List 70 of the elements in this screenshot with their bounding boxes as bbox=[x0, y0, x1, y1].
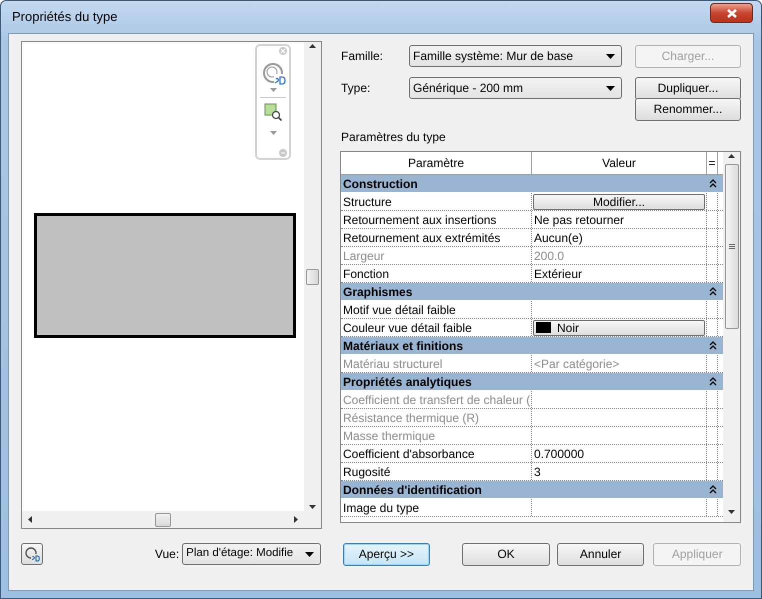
parameter-value[interactable]: 3 bbox=[532, 463, 707, 480]
parameter-name: Retournement aux extrémités bbox=[341, 229, 532, 246]
column-header[interactable]: = bbox=[707, 152, 718, 174]
side-button[interactable]: Dupliquer... bbox=[635, 76, 741, 100]
zoom-icon bbox=[264, 103, 282, 121]
cell-button[interactable]: Modifier... bbox=[533, 194, 705, 210]
caret-icon bbox=[606, 86, 615, 90]
view-button[interactable] bbox=[21, 543, 43, 565]
parameter-name: Retournement aux insertions bbox=[341, 211, 532, 228]
parameter-value[interactable]: Aucun(e) bbox=[532, 229, 707, 246]
caret-icon bbox=[270, 88, 276, 92]
field-label: Vue: bbox=[154, 546, 180, 563]
parameter-value[interactable]: Ne pas retourner bbox=[532, 211, 707, 228]
section-label: Paramètres du type bbox=[340, 130, 447, 144]
caret-icon bbox=[270, 131, 276, 135]
side-button[interactable]: Renommer... bbox=[635, 98, 741, 120]
parameter-value[interactable]: 0.700000 bbox=[532, 445, 707, 462]
dropdown[interactable]: Plan d'étage: Modifie bbox=[182, 543, 321, 565]
caret-icon bbox=[304, 552, 314, 556]
preview-button[interactable]: Aperçu >> bbox=[342, 542, 430, 566]
close-icon bbox=[726, 8, 738, 18]
parameter-name: Coefficient d'absorbance bbox=[341, 445, 532, 462]
grip-icon bbox=[728, 244, 734, 249]
parameter-name: Coefficient de transfert de chaleur ( bbox=[341, 391, 532, 408]
parameter-name: Image du type bbox=[341, 499, 532, 516]
vertical-scrollbar[interactable] bbox=[304, 42, 321, 511]
group-header[interactable]: Matériaux et finitions bbox=[341, 337, 723, 355]
horizontal-scrollbar[interactable] bbox=[22, 511, 304, 528]
parameter-name: Couleur vue détail faible bbox=[341, 319, 532, 336]
scroll-right-icon bbox=[294, 516, 298, 523]
scrollbar-thumb[interactable] bbox=[306, 268, 319, 284]
scroll-down-icon bbox=[728, 510, 735, 514]
dropdown[interactable]: Famille système: Mur de base bbox=[409, 45, 622, 67]
steering-wheel-icon bbox=[24, 546, 40, 562]
parameter-value[interactable]: Extérieur bbox=[532, 265, 707, 282]
vertical-scrollbar[interactable] bbox=[723, 152, 740, 522]
parameter-name: Résistance thermique (R) bbox=[341, 409, 532, 426]
dialog-button[interactable]: OK bbox=[462, 542, 550, 566]
group-header[interactable]: Graphismes bbox=[341, 283, 723, 301]
group-label: Propriétés analytiques bbox=[343, 374, 472, 390]
group-label: Construction bbox=[343, 176, 418, 192]
dropdown[interactable]: Générique - 200 mm bbox=[409, 77, 622, 99]
scrollbar-thumb[interactable] bbox=[155, 512, 171, 526]
collapse-icon bbox=[279, 149, 287, 157]
field-label: Famille: bbox=[340, 48, 384, 65]
group-label: Graphismes bbox=[343, 284, 412, 300]
parameter-name: Matériau structurel bbox=[341, 355, 532, 372]
caret-icon bbox=[606, 54, 615, 58]
field-label: Type: bbox=[340, 80, 372, 97]
scroll-left-icon bbox=[28, 516, 32, 523]
close-icon bbox=[279, 47, 287, 55]
scroll-up-icon bbox=[728, 154, 735, 158]
parameter-name: Structure bbox=[341, 193, 532, 210]
group-header[interactable]: Construction bbox=[341, 175, 723, 193]
parameter-name: Fonction bbox=[341, 265, 532, 282]
scroll-up-icon bbox=[309, 44, 316, 48]
group-header[interactable]: Données d'identification bbox=[341, 481, 723, 499]
window-title: Propriétés du type bbox=[12, 8, 118, 26]
group-label: Matériaux et finitions bbox=[343, 338, 464, 354]
scroll-down-icon bbox=[309, 505, 316, 509]
color-button[interactable]: Noir bbox=[533, 320, 705, 336]
close-button[interactable] bbox=[710, 3, 753, 23]
parameter-name: Motif vue détail faible bbox=[341, 301, 532, 318]
group-label: Données d'identification bbox=[343, 482, 482, 498]
group-header[interactable]: Propriétés analytiques bbox=[341, 373, 723, 391]
dialog-button[interactable]: Annuler bbox=[556, 542, 644, 566]
parameter-name: Masse thermique bbox=[341, 427, 532, 444]
scrollbar-thumb[interactable] bbox=[724, 164, 738, 329]
parameter-name: Rugosité bbox=[341, 463, 532, 480]
parameter-name: Largeur bbox=[341, 247, 532, 264]
